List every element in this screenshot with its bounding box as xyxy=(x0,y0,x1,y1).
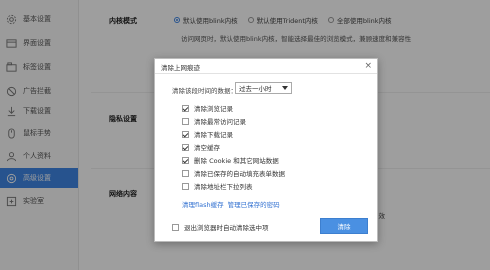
option-label: 删除 Cookie 和其它网站数据 xyxy=(194,157,279,165)
checkbox[interactable] xyxy=(182,156,189,164)
dialog-divider xyxy=(155,73,377,74)
clear-on-exit-option[interactable]: 退出浏览器时自动清除选中项 xyxy=(172,222,269,232)
option-clear-most-visited[interactable]: 清除最常访问记录 xyxy=(182,116,246,126)
option-label: 退出浏览器时自动清除选中项 xyxy=(184,224,269,232)
checkbox[interactable] xyxy=(182,104,189,112)
manage-passwords-link[interactable]: 管理已保存的密码 xyxy=(228,199,280,209)
option-label: 清除浏览记录 xyxy=(194,105,233,113)
checkbox[interactable] xyxy=(182,117,189,125)
chevron-down-icon xyxy=(282,86,288,90)
time-range-select[interactable]: 过去一小时 xyxy=(235,82,292,94)
dialog-title: 清除上网痕迹 xyxy=(161,64,200,72)
option-label: 清除地址栏下拉列表 xyxy=(194,183,253,191)
checkbox[interactable] xyxy=(182,182,189,190)
time-range-value: 过去一小时 xyxy=(239,85,272,93)
option-clear-address-bar[interactable]: 清除地址栏下拉列表 xyxy=(182,181,253,191)
checkbox[interactable] xyxy=(182,169,189,177)
dialog-links: 清理flash缓存 管理已保存的密码 xyxy=(182,199,280,209)
option-clear-cache[interactable]: 清空缓存 xyxy=(182,142,220,152)
checkbox[interactable] xyxy=(182,143,189,151)
time-range-label: 清除该段时间的数据： xyxy=(172,87,237,95)
clear-flash-cache-link[interactable]: 清理flash缓存 xyxy=(182,199,224,209)
option-clear-downloads[interactable]: 清除下载记录 xyxy=(182,129,233,139)
option-label: 清空缓存 xyxy=(194,144,220,152)
clear-browsing-data-dialog: 清除上网痕迹 × 清除该段时间的数据： 过去一小时 清除浏览记录 清除最常访问记… xyxy=(154,58,378,242)
option-delete-cookies[interactable]: 删除 Cookie 和其它网站数据 xyxy=(182,155,279,165)
option-label: 清除下载记录 xyxy=(194,131,233,139)
close-icon[interactable]: × xyxy=(364,60,372,72)
option-label: 清除已保存的自动填充表单数据 xyxy=(194,170,285,178)
option-clear-history[interactable]: 清除浏览记录 xyxy=(182,103,233,113)
option-label: 清除最常访问记录 xyxy=(194,118,246,126)
checkbox[interactable] xyxy=(182,130,189,138)
checkbox[interactable] xyxy=(172,223,179,231)
clear-button[interactable]: 清除 xyxy=(320,218,368,234)
option-clear-autofill[interactable]: 清除已保存的自动填充表单数据 xyxy=(182,168,285,178)
